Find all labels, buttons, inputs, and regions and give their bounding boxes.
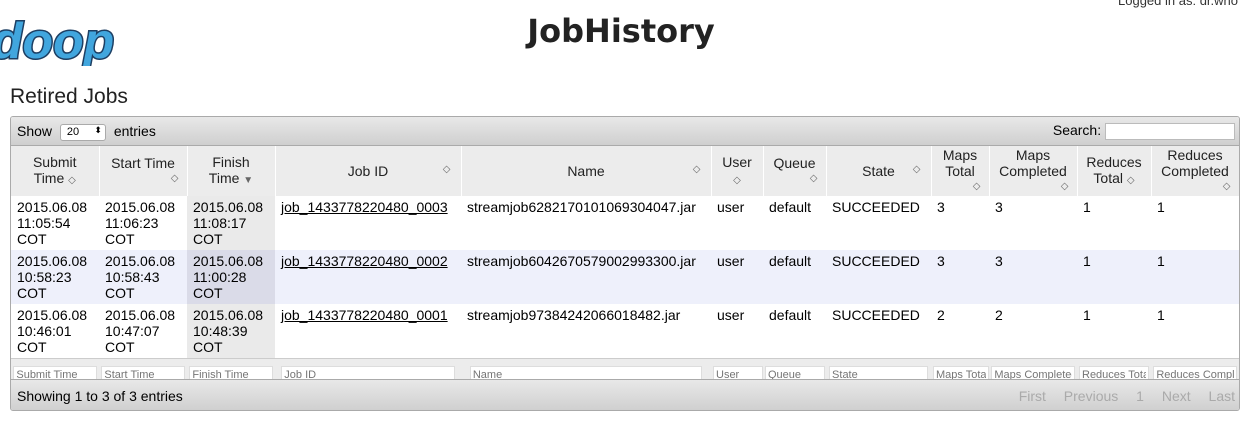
sort-both-icon: ◇ xyxy=(809,173,818,184)
first-page-button[interactable]: First xyxy=(1019,388,1046,404)
reduces-completed-cell: 1 xyxy=(1151,304,1239,359)
submit-time-cell: 2015.06.08 10:46:01 COT xyxy=(11,304,99,359)
state-cell: SUCCEEDED xyxy=(826,304,931,359)
job-name-cell: streamjob6042670579002993300.jar xyxy=(461,250,711,304)
user-cell: user xyxy=(711,196,763,250)
sort-both-icon: ◇ xyxy=(972,181,981,192)
reduces-completed-cell: 1 xyxy=(1151,250,1239,304)
sort-both-icon: ◇ xyxy=(442,164,451,175)
table-footer-bar: Showing 1 to 3 of 3 entries First Previo… xyxy=(11,379,1239,410)
column-header-name[interactable]: Name ◇ xyxy=(461,146,712,196)
user-cell: user xyxy=(711,304,763,359)
show-label: Show xyxy=(17,123,53,139)
page-length-select[interactable]: 20 ⬍ xyxy=(59,123,106,141)
submit-time-cell: 2015.06.08 11:05:54 COT xyxy=(11,196,99,250)
jobs-table-body: 2015.06.08 11:05:54 COT 2015.06.08 11:06:23… xyxy=(11,196,1239,359)
maps-completed-cell: 3 xyxy=(989,250,1077,304)
column-header-maps-total[interactable]: Maps Total ◇ xyxy=(931,146,990,196)
column-header-reduces-completed[interactable]: Reduces Completed ◇ xyxy=(1151,146,1239,196)
job-id-link[interactable]: job_1433778220480_0002 xyxy=(281,253,448,269)
job-id-link[interactable]: job_1433778220480_0003 xyxy=(281,199,448,215)
page-title: JobHistory xyxy=(527,12,715,50)
reduces-total-cell: 1 xyxy=(1077,304,1151,359)
page-1-button[interactable]: 1 xyxy=(1136,388,1144,404)
search-label: Search: xyxy=(1052,122,1102,138)
finish-time-cell: 2015.06.08 11:08:17 COT xyxy=(187,196,275,250)
last-page-button[interactable]: Last xyxy=(1209,388,1235,404)
maps-total-cell: 3 xyxy=(931,250,989,304)
entries-label: entries xyxy=(113,123,156,139)
select-arrows-icon: ⬍ xyxy=(94,124,102,135)
job-id-cell: job_1433778220480_0003 xyxy=(275,196,461,250)
job-name-cell: streamjob97384242066018482.jar xyxy=(461,304,711,359)
column-header-maps-completed[interactable]: Maps Completed ◇ xyxy=(989,146,1078,196)
sort-both-icon: ◇ xyxy=(1126,174,1135,186)
column-header-user[interactable]: User ◇ xyxy=(711,146,764,196)
reduces-total-cell: 1 xyxy=(1077,196,1151,250)
login-status: Logged in as: dr.who xyxy=(1118,0,1238,8)
table-row: 2015.06.08 10:46:01 COT 2015.06.08 10:47:07… xyxy=(11,304,1239,359)
queue-cell: default xyxy=(763,250,826,304)
maps-completed-cell: 2 xyxy=(989,304,1077,359)
maps-completed-cell: 3 xyxy=(989,196,1077,250)
jobs-table: Submit Time ◇ Start Time ◇ Finish Time ▼ Jo… xyxy=(11,146,1239,389)
start-time-cell: 2015.06.08 10:58:43 COT xyxy=(99,250,187,304)
job-id-cell: job_1433778220480_0002 xyxy=(275,250,461,304)
page-length-value: 20 xyxy=(66,125,80,138)
column-header-reduces-total[interactable]: Reduces Total ◇ xyxy=(1077,146,1152,196)
column-header-state[interactable]: State ◇ xyxy=(826,146,932,196)
search-input[interactable] xyxy=(1105,122,1235,140)
search-control: Search: xyxy=(1053,122,1235,140)
reduces-total-cell: 1 xyxy=(1077,250,1151,304)
maps-total-cell: 3 xyxy=(931,196,989,250)
user-cell: user xyxy=(711,250,763,304)
sort-desc-icon: ▼ xyxy=(243,174,254,186)
job-id-link[interactable]: job_1433778220480_0001 xyxy=(281,307,448,323)
previous-page-button[interactable]: Previous xyxy=(1064,388,1118,404)
table-toolbar: Show 20 ⬍ entries Search: xyxy=(11,117,1239,146)
finish-time-cell: 2015.06.08 10:48:39 COT xyxy=(187,304,275,359)
column-header-queue[interactable]: Queue ◇ xyxy=(763,146,827,196)
table-row: 2015.06.08 11:05:54 COT 2015.06.08 11:06:23… xyxy=(11,196,1239,250)
maps-total-cell: 2 xyxy=(931,304,989,359)
start-time-cell: 2015.06.08 11:06:23 COT xyxy=(99,196,187,250)
column-header-job-id[interactable]: Job ID ◇ xyxy=(275,146,462,196)
table-row: 2015.06.08 10:58:23 COT 2015.06.08 10:58:43… xyxy=(11,250,1239,304)
finish-time-cell: 2015.06.08 11:00:28 COT xyxy=(187,250,275,304)
jobs-table-wrapper: Show 20 ⬍ entries Search: Submit Time ◇ S… xyxy=(10,116,1240,411)
sort-both-icon: ◇ xyxy=(912,164,921,175)
column-header-finish-time[interactable]: Finish Time ▼ xyxy=(187,146,276,196)
next-page-button[interactable]: Next xyxy=(1162,388,1191,404)
sort-both-icon: ◇ xyxy=(1060,181,1069,192)
sort-both-icon: ◇ xyxy=(170,173,179,184)
sort-both-icon: ◇ xyxy=(692,164,701,175)
job-id-cell: job_1433778220480_0001 xyxy=(275,304,461,359)
queue-cell: default xyxy=(763,304,826,359)
job-name-cell: streamjob6282170101069304047.jar xyxy=(461,196,711,250)
column-header-submit-time[interactable]: Submit Time ◇ xyxy=(11,146,100,196)
pagination: First Previous 1 Next Last xyxy=(1005,388,1235,404)
column-header-start-time[interactable]: Start Time ◇ xyxy=(99,146,188,196)
page-length-control: Show 20 ⬍ entries xyxy=(17,123,156,141)
section-title: Retired Jobs xyxy=(10,85,128,108)
reduces-completed-cell: 1 xyxy=(1151,196,1239,250)
start-time-cell: 2015.06.08 10:47:07 COT xyxy=(99,304,187,359)
sort-both-icon: ◇ xyxy=(68,174,76,186)
queue-cell: default xyxy=(763,196,826,250)
table-info: Showing 1 to 3 of 3 entries xyxy=(17,388,183,404)
state-cell: SUCCEEDED xyxy=(826,196,931,250)
sort-both-icon: ◇ xyxy=(733,174,741,186)
state-cell: SUCCEEDED xyxy=(826,250,931,304)
sort-both-icon: ◇ xyxy=(1222,181,1231,192)
submit-time-cell: 2015.06.08 10:58:23 COT xyxy=(11,250,99,304)
